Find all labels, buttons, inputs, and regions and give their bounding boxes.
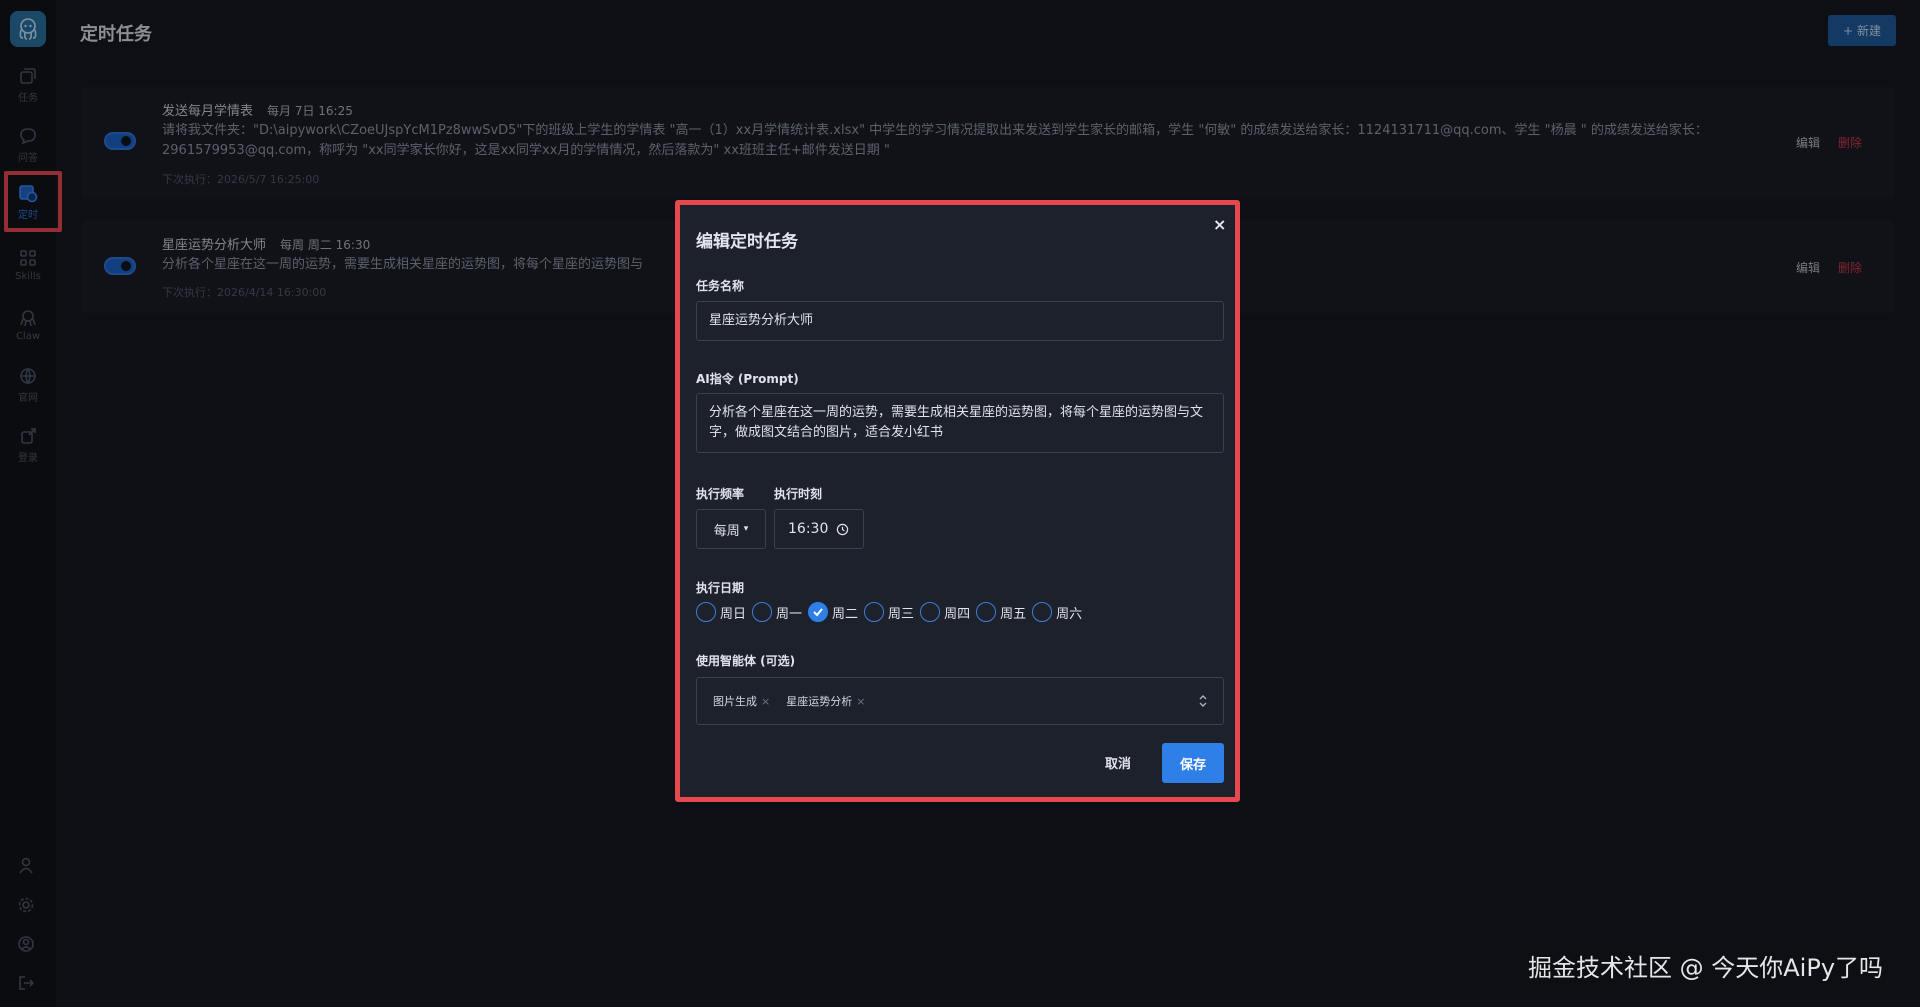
task-name-input[interactable]: 星座运势分析大师 xyxy=(696,301,1224,341)
day-label: 周一 xyxy=(776,606,803,622)
checkbox[interactable] xyxy=(696,602,716,622)
day-option-monday[interactable]: 周一 xyxy=(752,602,802,622)
day-option-saturday[interactable]: 周六 xyxy=(1032,602,1082,622)
day-option-tuesday[interactable]: 周二 xyxy=(808,602,858,622)
save-button[interactable]: 保存 xyxy=(1162,743,1224,783)
clock-icon xyxy=(837,523,849,535)
chevron-up-down-icon xyxy=(1199,695,1207,707)
checkbox[interactable] xyxy=(976,602,997,622)
day-label: 周二 xyxy=(832,606,859,622)
task-name-label: 任务名称 xyxy=(696,279,745,293)
checkbox[interactable] xyxy=(1032,602,1053,622)
checkbox-checked[interactable] xyxy=(808,602,829,622)
days-label: 执行日期 xyxy=(696,581,745,595)
watermark: 掘金技术社区 @ 今天你AiPy了吗 xyxy=(1528,954,1884,982)
day-option-wednesday[interactable]: 周三 xyxy=(864,602,914,622)
day-label: 周四 xyxy=(944,606,971,622)
day-option-thursday[interactable]: 周四 xyxy=(920,602,970,622)
day-label: 周五 xyxy=(1000,606,1027,622)
day-label: 周日 xyxy=(720,606,747,622)
day-label: 周三 xyxy=(888,606,915,622)
agent-chip-label: 图片生成 xyxy=(713,695,757,708)
remove-chip-icon[interactable]: × xyxy=(761,695,770,708)
agent-chip-label: 星座运势分析 xyxy=(786,695,853,708)
prompt-label: AI指令 (Prompt) xyxy=(696,372,799,386)
time-input[interactable]: 16:30 xyxy=(774,509,864,549)
check-icon xyxy=(813,608,823,617)
checkbox[interactable] xyxy=(752,602,773,622)
frequency-label: 执行频率 xyxy=(696,487,745,501)
checkbox[interactable] xyxy=(864,602,885,622)
agents-multi-select[interactable]: 图片生成 × 星座运势分析 × xyxy=(696,677,1224,725)
agents-label: 使用智能体 (可选) xyxy=(696,654,796,668)
prompt-textarea[interactable]: 分析各个星座在这一周的运势，需要生成相关星座的运势图，将每个星座的运势图与文字，… xyxy=(696,393,1224,453)
close-button[interactable]: × xyxy=(1213,215,1226,234)
cancel-button[interactable]: 取消 xyxy=(1105,753,1131,772)
day-label: 周六 xyxy=(1056,606,1083,622)
weekday-checkbox-group: 周日 周一 周二 周三 周四 周五 周六 xyxy=(696,602,1088,622)
day-option-friday[interactable]: 周五 xyxy=(976,602,1026,622)
day-option-sunday[interactable]: 周日 xyxy=(696,602,746,622)
frequency-value: 每周 xyxy=(713,523,740,539)
frequency-select[interactable]: 每周 ▾ xyxy=(696,509,766,549)
caret-down-icon: ▾ xyxy=(743,524,749,534)
time-value: 16:30 xyxy=(788,521,829,537)
agent-chip: 星座运势分析 × xyxy=(786,693,865,709)
remove-chip-icon[interactable]: × xyxy=(856,695,865,708)
dialog-title: 编辑定时任务 xyxy=(696,232,798,252)
edit-task-dialog: 编辑定时任务 × 任务名称 星座运势分析大师 AI指令 (Prompt) 分析各… xyxy=(680,205,1235,797)
checkbox[interactable] xyxy=(920,602,941,622)
agent-chip: 图片生成 × xyxy=(713,693,770,709)
time-label: 执行时刻 xyxy=(774,487,823,501)
